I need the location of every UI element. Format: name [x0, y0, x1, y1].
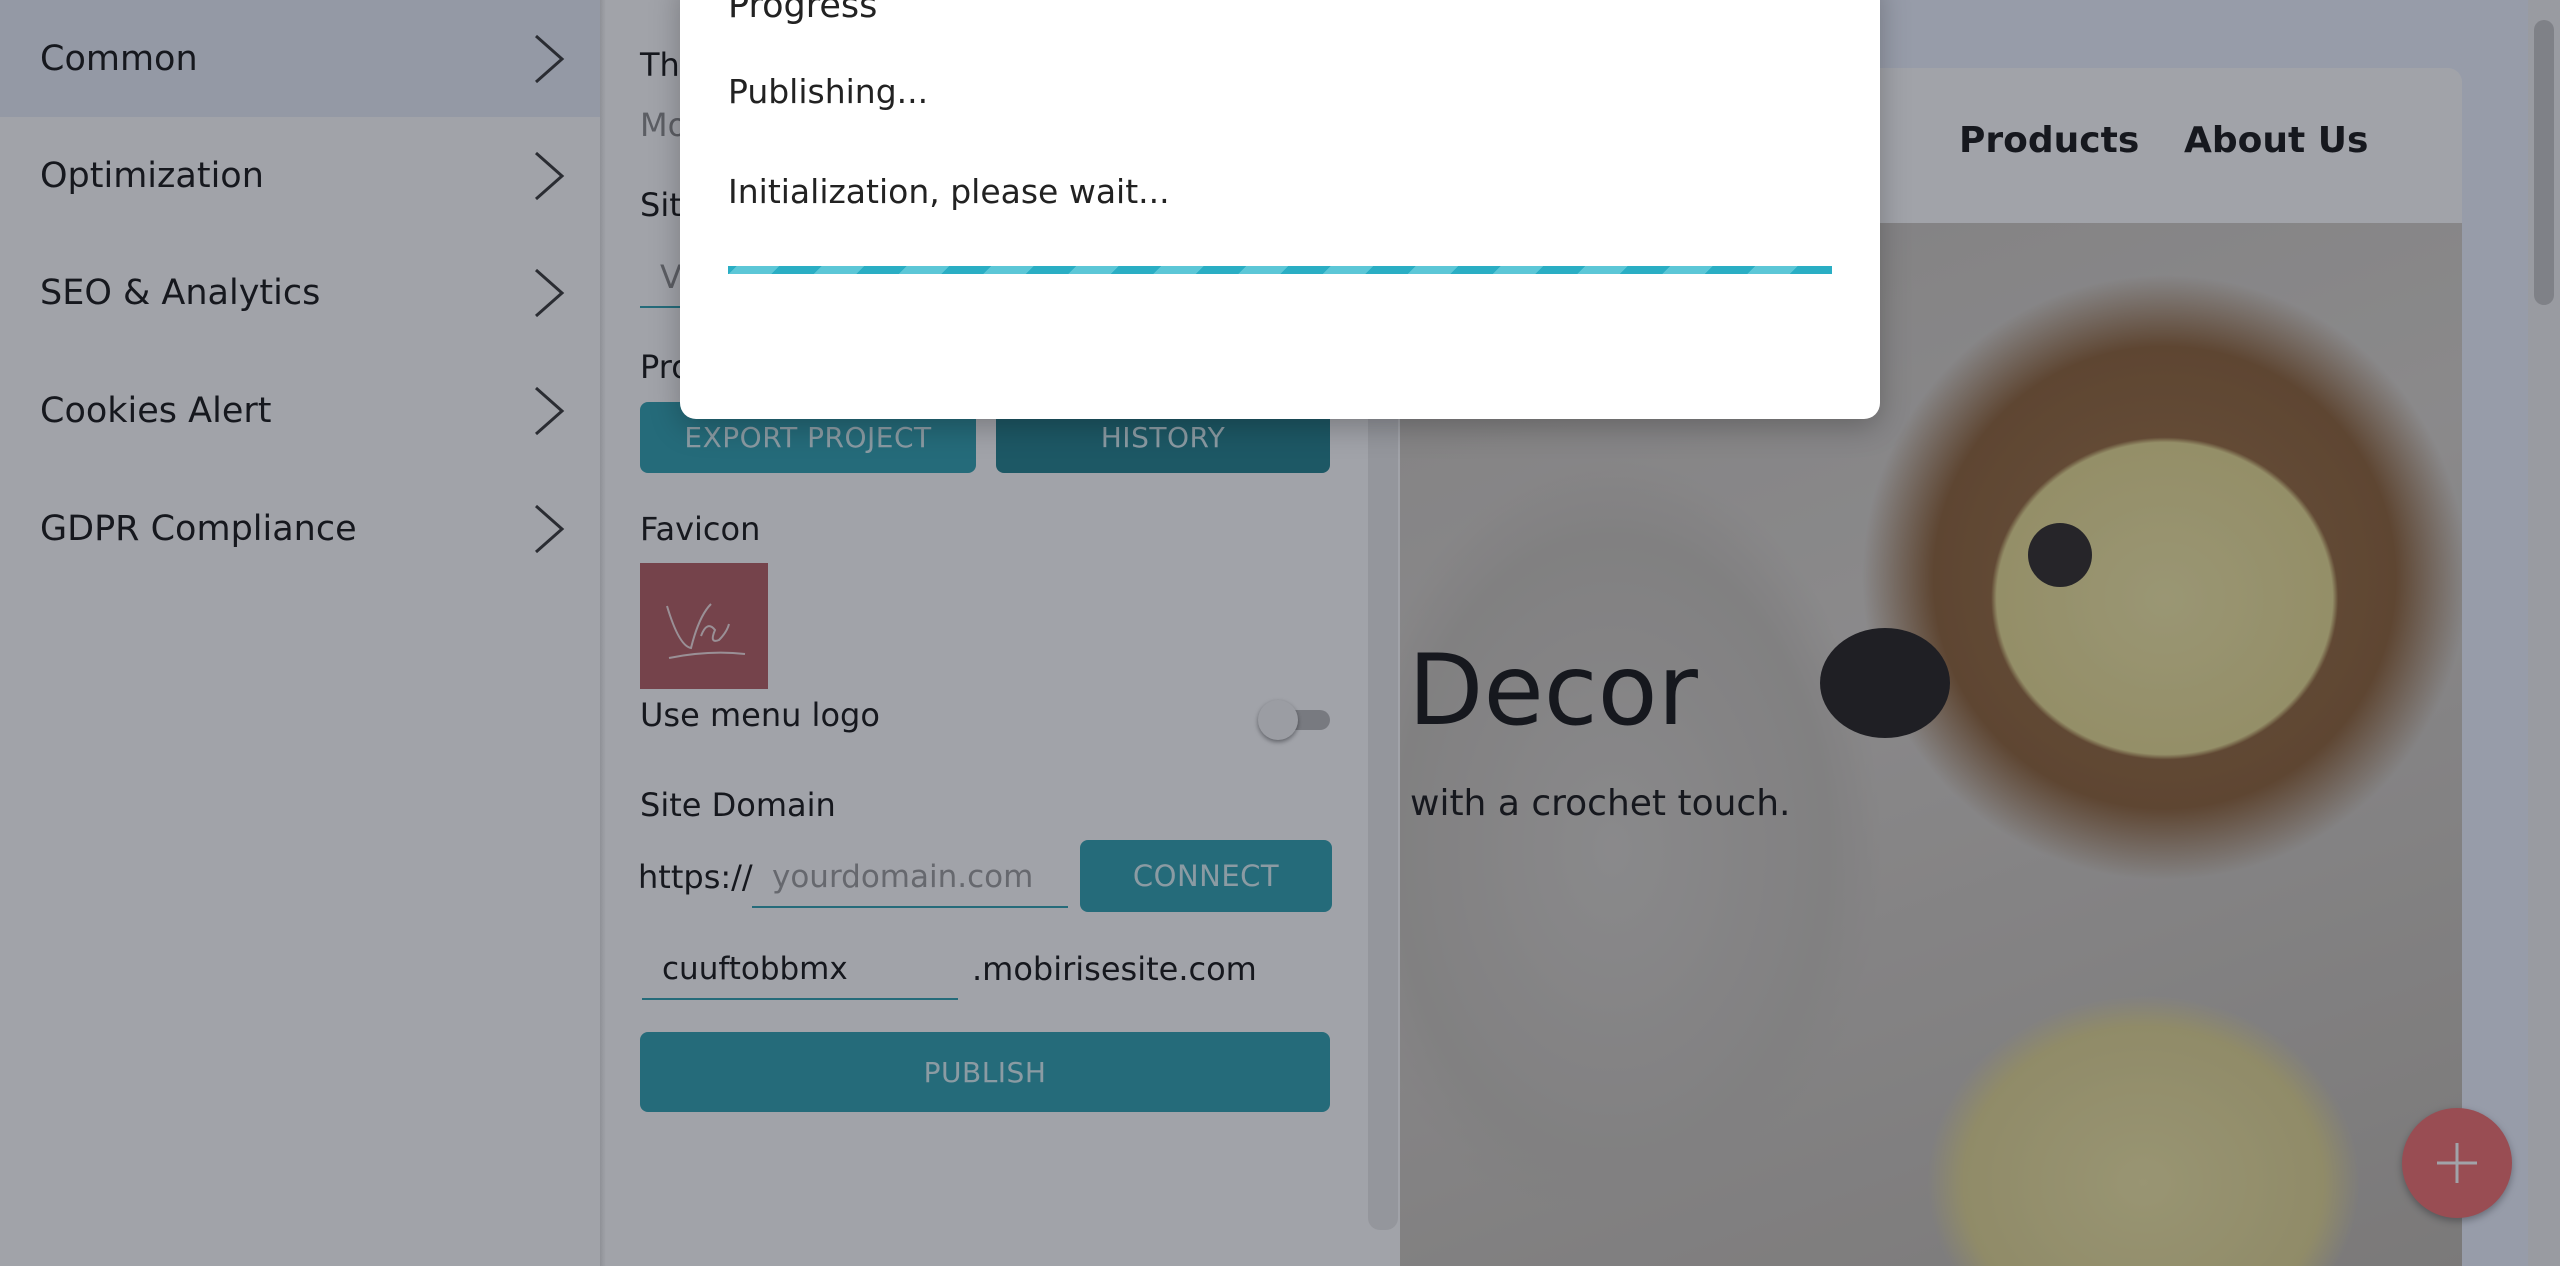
dialog-message: Initialization, please wait...	[728, 172, 1170, 211]
progress-dialog: Progress Publishing... Initialization, p…	[680, 0, 1880, 419]
dialog-title: Progress	[728, 0, 878, 26]
progress-bar	[728, 266, 1832, 274]
dialog-status: Publishing...	[728, 72, 929, 111]
